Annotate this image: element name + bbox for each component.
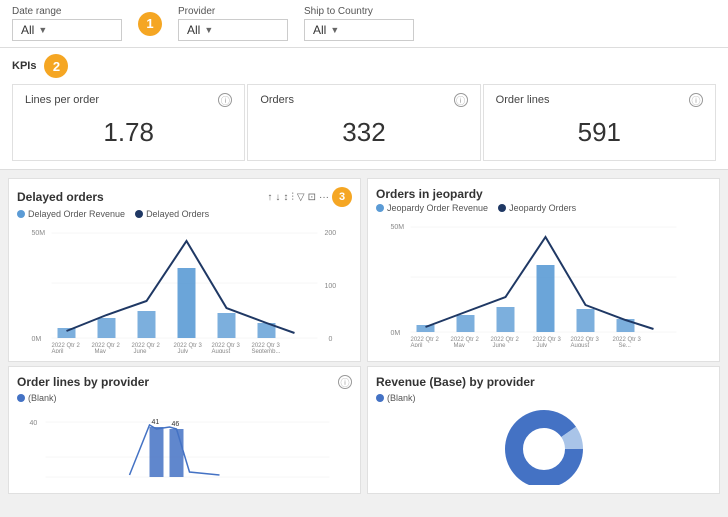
kpi-section-label: KPIs <box>12 60 36 72</box>
bottom-charts-row: Order lines by provider ⓘ (Blank) 40 41 … <box>0 366 728 502</box>
orders-in-jeopardy-panel: Orders in jeopardy Jeopardy Order Revenu… <box>367 178 720 362</box>
kpi-order-lines-value: 591 <box>496 113 703 152</box>
order-lines-blank-legend: (Blank) <box>28 393 57 403</box>
kpi-order-lines-info-icon[interactable]: ⓘ <box>689 93 703 107</box>
svg-text:46: 46 <box>172 421 180 428</box>
jeopardy-chart: 50M 0M 2022 Qtr 2 April 2022 Qtr 2 May 2… <box>376 217 711 347</box>
delayed-orders-chart: 50M 0M 200 100 0 2022 Qtr <box>17 223 352 353</box>
jeopardy-orders-legend: Jeopardy Orders <box>509 203 576 213</box>
kpi-card-lines-per-order: Lines per order ⓘ 1.78 <box>12 84 245 161</box>
kpi-orders-value: 332 <box>260 113 467 152</box>
svg-text:July: July <box>178 349 189 353</box>
svg-text:Septemb...: Septemb... <box>252 349 281 353</box>
revenue-blank-legend: (Blank) <box>387 393 416 403</box>
charts-row: Delayed orders ↑ ↓ ↕ ⫶ ▽ ⊡ ··· 3 Delayed… <box>0 170 728 366</box>
svg-text:June: June <box>134 349 148 353</box>
provider-filter: Provider All ▼ <box>178 6 288 41</box>
revenue-provider-title: Revenue (Base) by provider <box>376 375 535 389</box>
svg-text:Se...: Se... <box>619 343 632 347</box>
ship-to-country-chevron: ▼ <box>330 25 339 35</box>
svg-text:100: 100 <box>325 283 337 290</box>
delayed-revenue-legend: Delayed Order Revenue <box>28 209 125 219</box>
ship-to-country-label: Ship to Country <box>304 6 414 17</box>
ship-to-country-filter: Ship to Country All ▼ <box>304 6 414 41</box>
revenue-provider-panel: Revenue (Base) by provider (Blank) <box>367 366 720 494</box>
order-lines-provider-title: Order lines by provider <box>17 375 149 389</box>
filter-icon[interactable]: ▽ <box>297 192 305 203</box>
svg-text:50M: 50M <box>391 224 405 231</box>
jeopardy-revenue-legend: Jeopardy Order Revenue <box>387 203 488 213</box>
svg-text:August: August <box>212 349 231 353</box>
kpi-orders-info-icon[interactable]: ⓘ <box>454 93 468 107</box>
sort-asc-icon[interactable]: ↑ <box>267 192 272 203</box>
kpi-lines-value: 1.78 <box>25 113 232 152</box>
kpi-card-orders: Orders ⓘ 332 <box>247 84 480 161</box>
date-range-value: All <box>21 23 34 37</box>
svg-text:August: August <box>571 343 590 347</box>
delayed-orders-legend: Delayed Order Revenue Delayed Orders <box>17 209 352 219</box>
jeopardy-legend: Jeopardy Order Revenue Jeopardy Orders <box>376 203 711 213</box>
kpi-lines-info-icon[interactable]: ⓘ <box>218 93 232 107</box>
badge-1: 1 <box>138 12 162 36</box>
kpi-order-lines-title: Order lines <box>496 94 550 106</box>
provider-label: Provider <box>178 6 288 17</box>
svg-text:0: 0 <box>329 336 333 343</box>
provider-chevron: ▼ <box>204 25 213 35</box>
ship-to-country-select[interactable]: All ▼ <box>304 19 414 41</box>
svg-text:May: May <box>95 349 106 353</box>
order-lines-svg: 40 41 46 <box>17 407 352 485</box>
svg-text:41: 41 <box>152 419 160 426</box>
badge-3: 3 <box>332 187 352 207</box>
chart-controls: ↑ ↓ ↕ ⫶ ▽ ⊡ ··· 3 <box>267 187 352 207</box>
delayed-orders-svg: 50M 0M 200 100 0 2022 Qtr <box>17 223 352 353</box>
svg-text:April: April <box>52 349 64 353</box>
svg-text:200: 200 <box>325 230 337 237</box>
hierarchy-icon[interactable]: ⫶ <box>291 192 294 203</box>
provider-select[interactable]: All ▼ <box>178 19 288 41</box>
svg-text:June: June <box>493 343 507 347</box>
svg-text:May: May <box>454 343 465 347</box>
kpi-orders-title: Orders <box>260 94 294 106</box>
badge-2: 2 <box>44 54 68 78</box>
provider-value: All <box>187 23 200 37</box>
filter-bar: Date range All ▼ 1 Provider All ▼ Ship t… <box>0 0 728 48</box>
sort-both-icon[interactable]: ↕ <box>283 192 288 203</box>
svg-text:50M: 50M <box>32 230 46 237</box>
date-range-filter: Date range All ▼ <box>12 6 122 41</box>
kpi-card-order-lines: Order lines ⓘ 591 <box>483 84 716 161</box>
date-range-label: Date range <box>12 6 122 17</box>
svg-text:40: 40 <box>30 420 38 427</box>
kpi-section: KPIs 2 Lines per order ⓘ 1.78 Orders ⓘ 3… <box>0 48 728 170</box>
sort-desc-icon[interactable]: ↓ <box>275 192 280 203</box>
order-lines-info-icon[interactable]: ⓘ <box>338 375 352 389</box>
more-icon[interactable]: ··· <box>319 192 329 203</box>
order-lines-provider-panel: Order lines by provider ⓘ (Blank) 40 41 … <box>8 366 361 494</box>
svg-text:July: July <box>537 343 548 347</box>
revenue-donut-svg <box>499 407 589 485</box>
date-range-select[interactable]: All ▼ <box>12 19 122 41</box>
jeopardy-svg: 50M 0M 2022 Qtr 2 April 2022 Qtr 2 May 2… <box>376 217 711 347</box>
ship-to-country-value: All <box>313 23 326 37</box>
delayed-orders-legend-item: Delayed Orders <box>146 209 209 219</box>
revenue-chart <box>376 407 711 485</box>
svg-text:0M: 0M <box>32 336 42 343</box>
kpi-lines-title: Lines per order <box>25 94 99 106</box>
kpi-cards: Lines per order ⓘ 1.78 Orders ⓘ 332 Orde… <box>12 84 716 161</box>
delayed-orders-title: Delayed orders <box>17 190 104 204</box>
jeopardy-title: Orders in jeopardy <box>376 187 483 201</box>
svg-text:April: April <box>411 343 423 347</box>
expand-icon[interactable]: ⊡ <box>308 192 316 203</box>
svg-text:0M: 0M <box>391 330 401 337</box>
delayed-orders-panel: Delayed orders ↑ ↓ ↕ ⫶ ▽ ⊡ ··· 3 Delayed… <box>8 178 361 362</box>
order-lines-chart: 40 41 46 <box>17 407 352 485</box>
date-range-chevron: ▼ <box>38 25 47 35</box>
